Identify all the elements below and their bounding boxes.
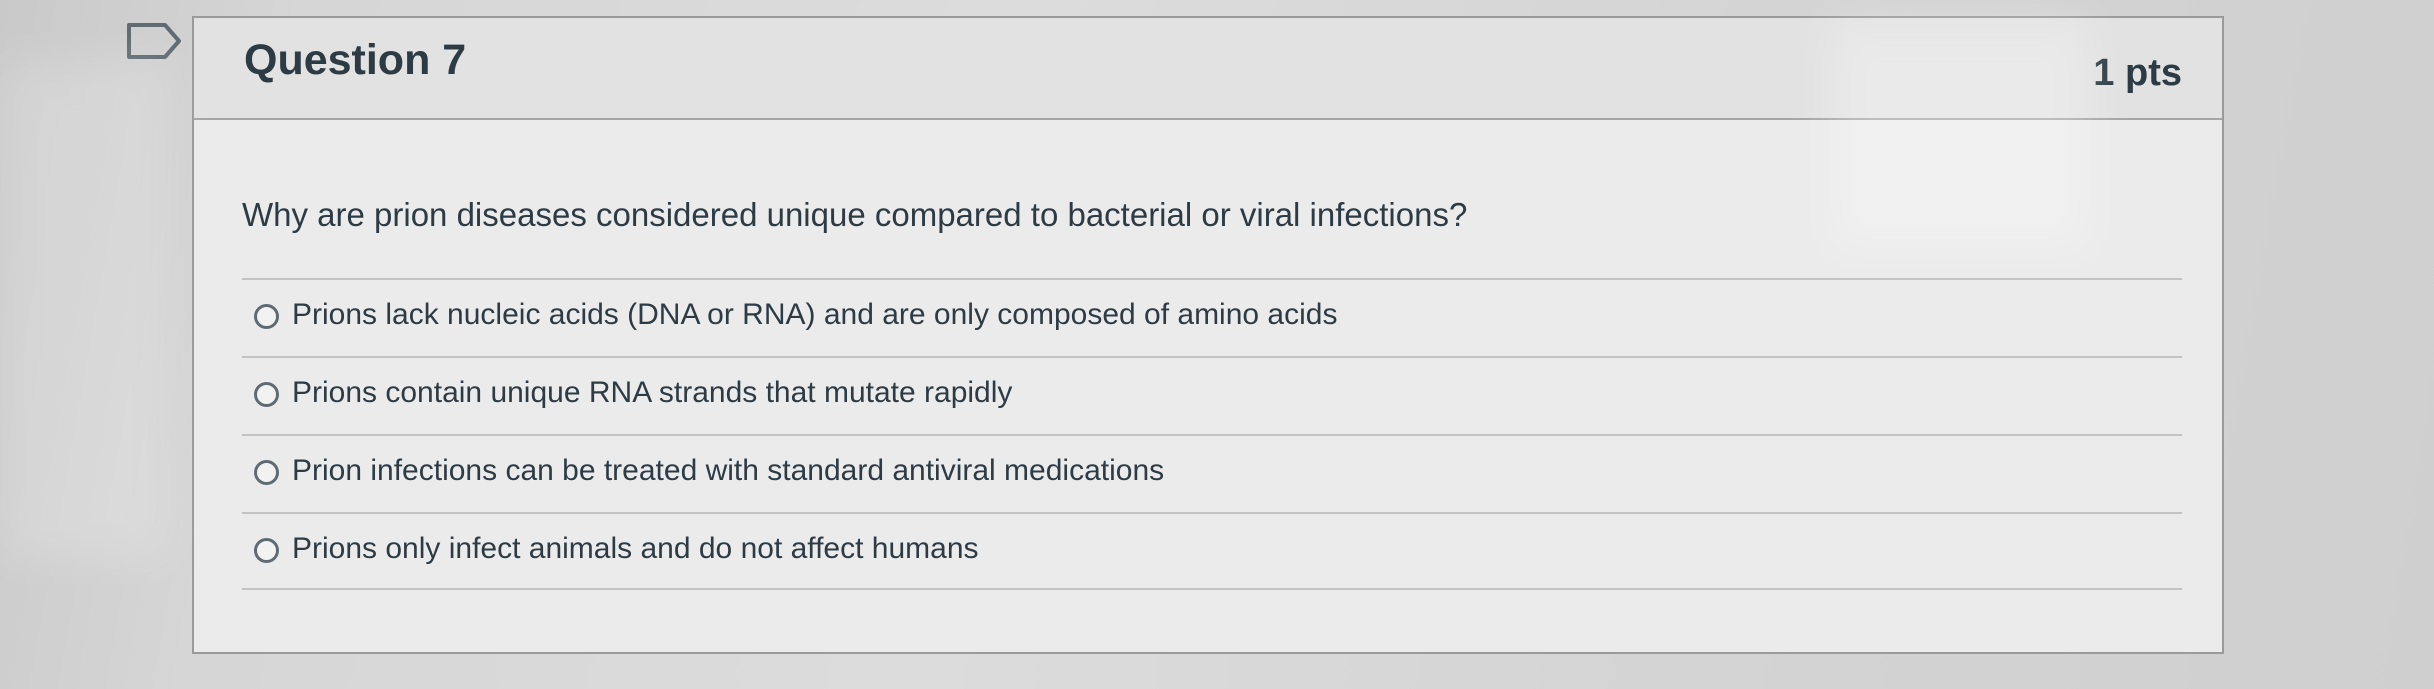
answer-list: Prions lack nucleic acids (DNA or RNA) a… bbox=[242, 278, 2182, 590]
answer-label[interactable]: Prions contain unique RNA strands that m… bbox=[292, 376, 1012, 410]
answer-label[interactable]: Prions lack nucleic acids (DNA or RNA) a… bbox=[292, 298, 1337, 332]
question-title: Question 7 bbox=[244, 36, 467, 84]
radio-button[interactable] bbox=[254, 538, 279, 563]
answer-option[interactable]: Prion infections can be treated with sta… bbox=[242, 434, 2182, 512]
radio-button[interactable] bbox=[254, 382, 279, 407]
question-points: 1 pts bbox=[2093, 52, 2182, 94]
answer-label[interactable]: Prion infections can be treated with sta… bbox=[292, 454, 1164, 488]
radio-button[interactable] bbox=[254, 304, 279, 329]
bookmark-icon[interactable] bbox=[126, 22, 182, 60]
radio-button[interactable] bbox=[254, 460, 279, 485]
question-text: Why are prion diseases considered unique… bbox=[242, 196, 1468, 233]
answer-option[interactable]: Prions lack nucleic acids (DNA or RNA) a… bbox=[242, 278, 2182, 356]
question-body: Why are prion diseases considered unique… bbox=[194, 120, 2222, 652]
screen-glare bbox=[0, 60, 170, 560]
answer-option[interactable]: Prions contain unique RNA strands that m… bbox=[242, 356, 2182, 434]
question-header: Question 7 1 pts bbox=[194, 18, 2222, 120]
question-card: Question 7 1 pts Why are prion diseases … bbox=[192, 16, 2224, 654]
answer-label[interactable]: Prions only infect animals and do not af… bbox=[292, 532, 979, 566]
answer-option[interactable]: Prions only infect animals and do not af… bbox=[242, 512, 2182, 590]
